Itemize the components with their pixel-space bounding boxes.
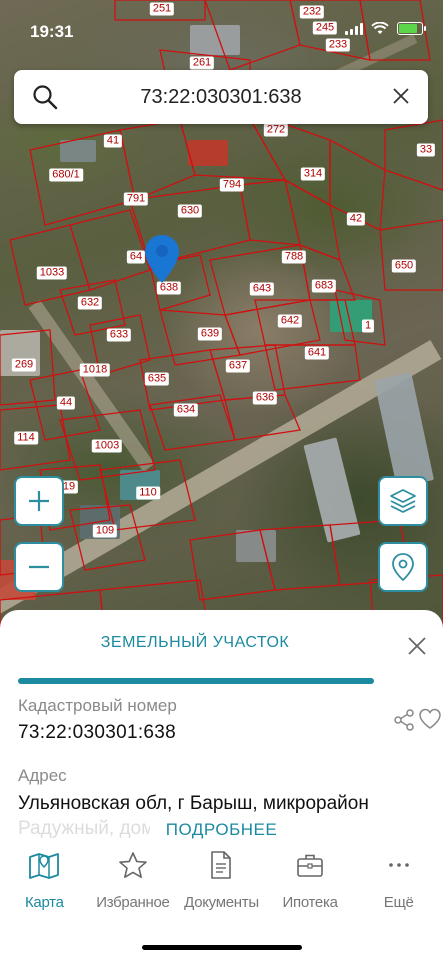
more-icon (388, 863, 409, 867)
tab-label: Избранное (96, 894, 170, 911)
parcel-number-label[interactable]: 632 (77, 296, 103, 310)
parcel-number-label[interactable]: 272 (263, 123, 289, 137)
parcel-number-label[interactable]: 630 (177, 204, 203, 218)
loading-progress-fill (18, 678, 374, 684)
cellular-signal-icon (345, 22, 363, 35)
zoom-out-button[interactable] (14, 542, 64, 592)
search-icon (33, 85, 58, 110)
tab-map[interactable]: Карта (0, 850, 89, 920)
cadastral-number-label: Кадастровый номер (18, 696, 177, 715)
location-pin-icon (392, 553, 414, 582)
parcel-number-label[interactable]: 110 (136, 486, 160, 500)
parcel-number-label[interactable]: 314 (300, 167, 326, 181)
parcel-number-label[interactable]: 1003 (91, 439, 123, 453)
map-icon (29, 853, 60, 879)
parcel-number-label[interactable]: 642 (277, 314, 303, 328)
tab-label: Ещё (383, 894, 414, 911)
search-input[interactable]: 73:22:030301:638 (74, 86, 368, 109)
parcel-number-label[interactable]: 788 (281, 250, 307, 264)
parcel-number-label[interactable]: 1 (361, 319, 375, 333)
parcel-number-label[interactable]: 1033 (36, 266, 68, 280)
tab-bar: Карта Избранное Документы Ипотека Ещё (0, 850, 443, 920)
parcel-number-label[interactable]: 114 (14, 431, 38, 445)
parcel-number-label[interactable]: 64 (126, 250, 146, 264)
plus-icon (29, 491, 49, 511)
tab-favorites[interactable]: Избранное (89, 850, 178, 920)
parcel-number-label[interactable]: 42 (346, 212, 366, 226)
heart-icon[interactable] (418, 708, 442, 730)
location-marker-icon[interactable] (144, 234, 180, 284)
status-time: 19:31 (30, 22, 74, 41)
parcel-number-label[interactable]: 261 (189, 56, 215, 70)
parcel-number-label[interactable]: 794 (219, 178, 245, 192)
parcel-number-label[interactable]: 635 (144, 372, 170, 386)
battery-icon (397, 22, 426, 35)
parcel-number-label[interactable]: 33 (416, 143, 436, 157)
parcel-number-label[interactable]: 639 (197, 327, 223, 341)
minus-icon (29, 565, 49, 569)
search-bar[interactable]: 73:22:030301:638 (14, 70, 428, 124)
share-icon[interactable] (393, 709, 415, 731)
parcel-number-label[interactable]: 680/1 (49, 168, 83, 182)
parcel-number-label[interactable]: 636 (252, 391, 278, 405)
briefcase-icon (297, 854, 323, 877)
star-icon (119, 852, 147, 879)
parcel-number-label[interactable]: 637 (225, 359, 251, 373)
layers-icon (390, 489, 416, 513)
tab-label: Документы (184, 894, 259, 911)
parcel-number-label[interactable]: 643 (249, 282, 275, 296)
address-label: Адрес (18, 766, 67, 785)
more-details-button[interactable]: ПОДРОБНЕЕ (0, 820, 443, 840)
tab-documents[interactable]: Документы (177, 850, 266, 920)
home-indicator (142, 945, 302, 950)
parcel-number-label[interactable]: 650 (391, 259, 417, 273)
parcel-number-label[interactable]: 1018 (79, 363, 111, 377)
tab-more[interactable]: Ещё (354, 850, 443, 920)
status-bar: 19:31 (0, 0, 443, 56)
parcel-number-label[interactable]: 109 (92, 524, 118, 538)
parcel-number-label[interactable]: 44 (56, 396, 76, 410)
tab-label: Ипотека (282, 894, 338, 911)
parcel-number-label[interactable]: 269 (11, 358, 37, 372)
layers-button[interactable] (378, 476, 428, 526)
loading-progress-bar (18, 678, 374, 684)
parcel-number-label[interactable]: 791 (123, 192, 149, 206)
parcel-number-label[interactable]: 641 (304, 346, 330, 360)
tab-mortgage[interactable]: Ипотека (266, 850, 355, 920)
cadastral-number-value: 73:22:030301:638 (18, 722, 177, 743)
close-icon[interactable] (407, 636, 427, 656)
wifi-icon (371, 22, 389, 34)
status-icons (345, 22, 426, 35)
tab-label: Карта (24, 894, 64, 911)
my-location-button[interactable] (378, 542, 428, 592)
parcel-number-label[interactable]: 41 (103, 134, 123, 148)
address-value: Ульяновская обл, г Барыш, микрорайон (18, 793, 369, 814)
parcel-number-label[interactable]: 633 (106, 328, 132, 342)
parcel-number-label[interactable]: 634 (173, 403, 199, 417)
zoom-in-button[interactable] (14, 476, 64, 526)
document-icon (211, 851, 232, 879)
parcel-number-label[interactable]: 683 (311, 279, 337, 293)
sheet-title: ЗЕМЕЛЬНЫЙ УЧАСТОК (100, 634, 290, 651)
clear-search-icon[interactable] (392, 87, 410, 105)
